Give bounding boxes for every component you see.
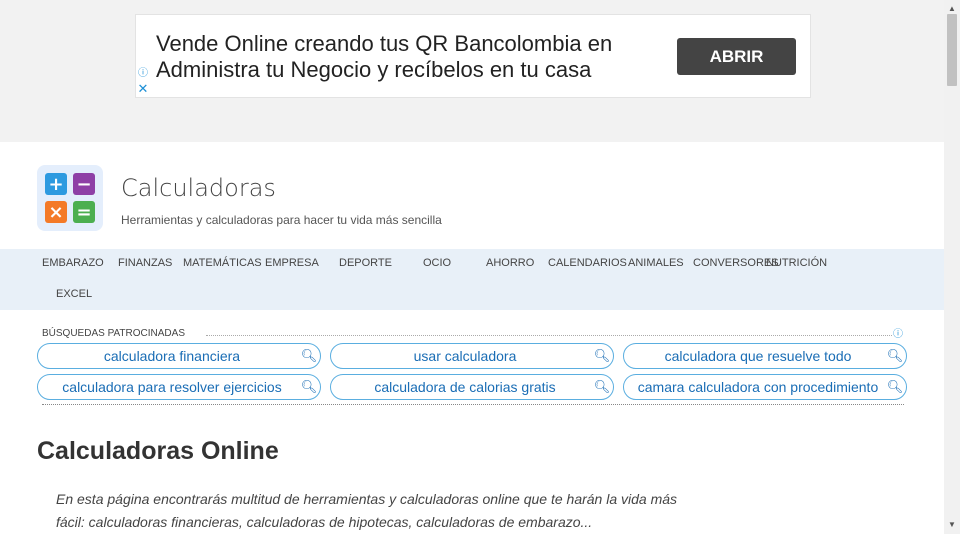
site-tagline: Herramientas y calculadoras para hacer t…	[121, 213, 442, 227]
scrollbar[interactable]: ▲ ▼	[944, 0, 960, 534]
nav-item-deporte[interactable]: DEPORTE	[339, 257, 392, 269]
sponsored-search-link[interactable]: calculadora para resolver ejercicios 🔍︎	[37, 374, 321, 400]
logo-equals-icon: =	[73, 201, 95, 223]
sponsored-search-label: calculadora de calorias gratis	[374, 379, 556, 395]
sponsored-search-link[interactable]: calculadora de calorias gratis 🔍︎	[330, 374, 614, 400]
ad-open-button[interactable]: ABRIR	[677, 38, 796, 75]
site-title[interactable]: Calculadoras	[121, 174, 276, 202]
nav-item-matematicas[interactable]: MATEMÁTICAS	[183, 257, 262, 269]
search-icon: 🔍︎	[593, 348, 611, 363]
scroll-down-icon[interactable]: ▼	[948, 520, 956, 529]
sponsored-search-label: calculadora financiera	[103, 348, 241, 364]
search-icon: 🔍︎	[300, 379, 318, 394]
site-logo[interactable]: + − × =	[37, 165, 103, 231]
nav-item-animales[interactable]: ANIMALES	[628, 257, 684, 269]
sponsored-search-link[interactable]: camara calculadora con procedimiento 🔍︎	[623, 374, 907, 400]
main-nav: EMBARAZO FINANZAS MATEMÁTICAS EMPRESA DE…	[0, 249, 944, 310]
logo-times-icon: ×	[45, 201, 67, 223]
logo-plus-icon: +	[45, 173, 67, 195]
sponsored-search-label: usar calculadora	[413, 348, 517, 364]
nav-item-ocio[interactable]: OCIO	[423, 257, 451, 269]
sponsored-search-link[interactable]: calculadora financiera 🔍︎	[37, 343, 321, 369]
sponsored-divider	[206, 335, 892, 336]
ad-close-icon[interactable]: ✕	[137, 82, 149, 96]
search-icon: 🔍︎	[886, 348, 904, 363]
ad-text[interactable]: Vende Online creando tus QR Bancolombia …	[156, 31, 656, 83]
search-icon: 🔍︎	[593, 379, 611, 394]
scroll-thumb[interactable]	[947, 14, 957, 86]
nav-item-ahorro[interactable]: AHORRO	[486, 257, 534, 269]
sponsored-search-label: calculadora para resolver ejercicios	[62, 379, 282, 395]
sponsored-search-label: calculadora que resuelve todo	[664, 348, 852, 364]
ad-box[interactable]: Vende Online creando tus QR Bancolombia …	[135, 14, 811, 98]
ad-banner: Vende Online creando tus QR Bancolombia …	[0, 0, 944, 142]
sponsored-bottom-divider	[42, 404, 904, 405]
logo-minus-icon: −	[73, 173, 95, 195]
nav-item-empresa[interactable]: EMPRESA	[265, 257, 319, 269]
page-title: Calculadoras Online	[37, 437, 279, 465]
nav-item-finanzas[interactable]: FINANZAS	[118, 257, 172, 269]
intro-paragraph: En esta página encontrarás multitud de h…	[56, 491, 678, 530]
sponsored-search-link[interactable]: calculadora que resuelve todo 🔍︎	[623, 343, 907, 369]
search-icon: 🔍︎	[886, 379, 904, 394]
sponsored-heading: BÚSQUEDAS PATROCINADAS	[42, 328, 185, 339]
search-icon: 🔍︎	[300, 348, 318, 363]
nav-item-embarazo[interactable]: EMBARAZO	[42, 257, 104, 269]
nav-item-nutricion[interactable]: NUTRICIÓN	[766, 257, 827, 269]
nav-item-excel[interactable]: EXCEL	[56, 288, 92, 300]
sponsored-info-icon[interactable]: ⓘ	[893, 325, 903, 340]
nav-item-calendarios[interactable]: CALENDARIOS	[548, 257, 627, 269]
sponsored-search-link[interactable]: usar calculadora 🔍︎	[330, 343, 614, 369]
ad-info-icon[interactable]: ⓘ	[137, 68, 149, 80]
scroll-up-icon[interactable]: ▲	[948, 4, 956, 13]
sponsored-search-label: camara calculadora con procedimiento	[637, 379, 879, 395]
